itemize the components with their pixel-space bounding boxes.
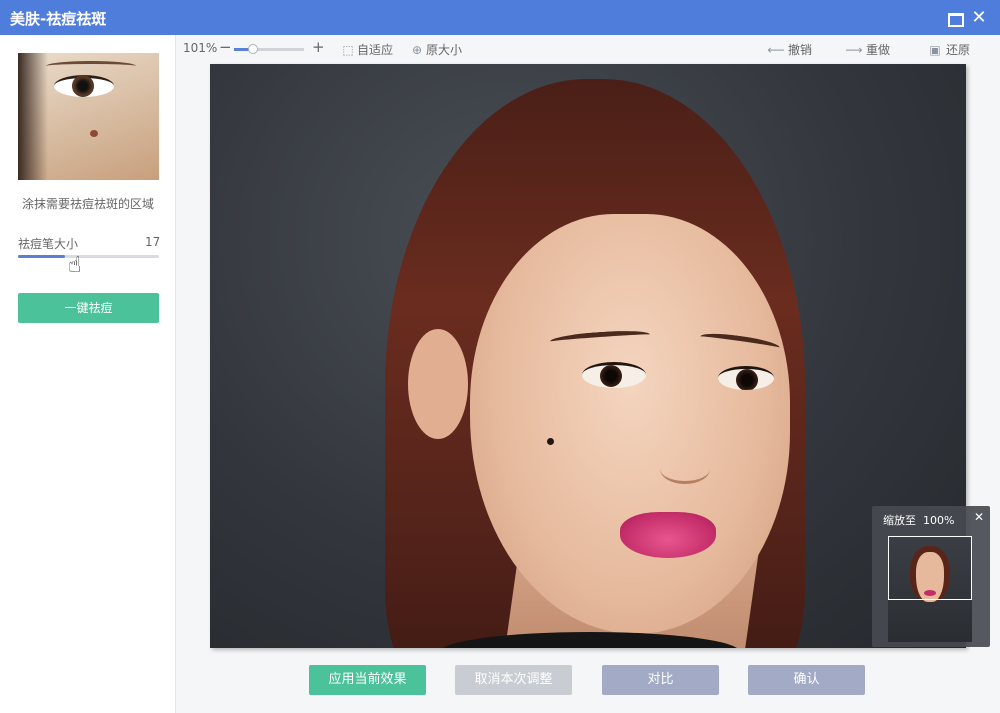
redo-label: 重做 [866, 43, 891, 57]
cancel-adjustment-button[interactable]: 取消本次调整 [455, 665, 572, 695]
instruction-text: 涂抹需要祛痘祛斑的区域 [21, 197, 154, 211]
photo-mole [547, 438, 554, 445]
photo-canvas[interactable] [210, 64, 966, 648]
compare-button[interactable]: 对比 [602, 665, 719, 695]
hand-cursor-icon: ☝ [68, 253, 82, 278]
window-title: 美肤-祛痘祛斑 [10, 10, 107, 28]
fit-button[interactable]: ⬚ 自适应 [341, 41, 393, 58]
photo-lips [620, 512, 716, 558]
sidebar-panel: 涂抹需要祛痘祛斑的区域 祛痘笔大小 17 ☝ 一键祛痘 [0, 35, 176, 713]
fit-label: 自适应 [357, 43, 394, 57]
original-size-label: 原大小 [426, 43, 463, 57]
zoom-in-button[interactable]: + [312, 38, 325, 56]
toolbar: 101% − + ⬚ 自适应 ⊕ 原大小 ⟵ 撤销 ⟶ 重做 ▣ 还原 [176, 35, 1000, 63]
restore-label: 还原 [946, 43, 971, 57]
zoom-navigator-popup: 缩放至 100% ✕ [872, 506, 990, 647]
original-size-button[interactable]: ⊕ 原大小 [410, 41, 462, 58]
restore-button[interactable]: ▣ 还原 [926, 41, 970, 58]
zoom-popup-label: 缩放至 100% [883, 514, 955, 527]
fit-icon: ⬚ [342, 43, 354, 57]
undo-arrow-icon: ⟵ [767, 43, 785, 57]
photo-nose [660, 454, 710, 484]
photo-eye [582, 362, 646, 388]
one-click-acne-button[interactable]: 一键祛痘 [18, 293, 159, 323]
original-size-icon: ⊕ [411, 43, 423, 57]
example-thumbnail [18, 53, 159, 180]
close-icon[interactable]: ✕ [970, 9, 988, 27]
brush-size-label: 祛痘笔大小 [18, 237, 79, 251]
zoom-slider-handle[interactable] [248, 44, 258, 54]
confirm-button[interactable]: 确认 [748, 665, 865, 695]
brush-size-slider-fill [18, 255, 65, 258]
undo-button[interactable]: ⟵ 撤销 [766, 41, 812, 58]
navigator-viewport-frame[interactable] [888, 536, 972, 600]
apply-effect-button[interactable]: 应用当前效果 [309, 665, 426, 695]
restore-image-icon: ▣ [929, 43, 941, 57]
title-bar: 美肤-祛痘祛斑 ✕ [0, 0, 1000, 35]
zoom-level: 101% [183, 41, 218, 55]
redo-button[interactable]: ⟶ 重做 [844, 41, 890, 58]
zoom-slider[interactable] [234, 44, 304, 54]
photo-eye [718, 366, 774, 390]
photo-ear [408, 329, 468, 439]
maximize-icon[interactable] [946, 9, 964, 27]
undo-label: 撤销 [788, 43, 813, 57]
zoom-out-button[interactable]: − [219, 38, 232, 56]
redo-arrow-icon: ⟶ [845, 43, 863, 57]
brush-size-slider[interactable] [18, 255, 159, 258]
close-icon[interactable]: ✕ [974, 510, 984, 524]
brush-size-value: 17 [145, 235, 161, 249]
action-bar: 应用当前效果 取消本次调整 对比 确认 [176, 648, 1000, 713]
